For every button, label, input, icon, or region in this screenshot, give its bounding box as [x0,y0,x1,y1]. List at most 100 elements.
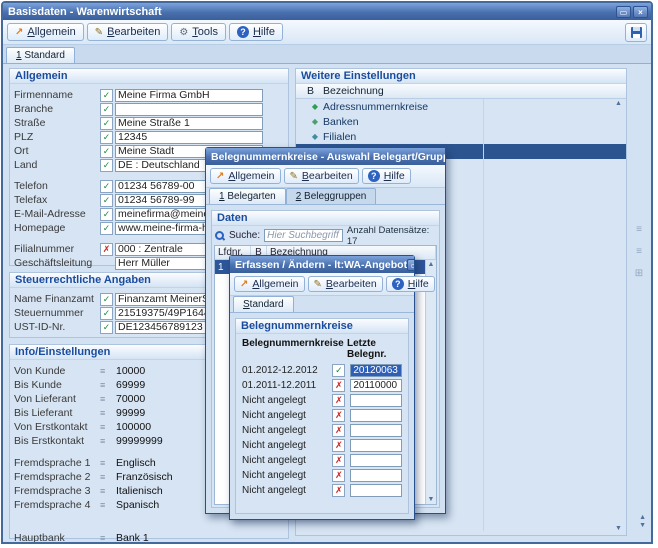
dialog-toolbar: ↗ Allgemein ✎ Bearbeiten ? Hilfe [206,165,445,188]
field-status-icon[interactable]: ✓ [100,293,113,306]
field-status-icon[interactable]: ✗ [332,484,345,497]
dialog-tab[interactable]: 1 Belegarten [209,188,286,204]
toolbar-hilfe-button[interactable]: ? Hilfe [362,168,411,184]
close-button[interactable]: × [633,6,648,18]
field-input[interactable]: Meine Straße 1 [115,117,263,130]
scroll-up-icon[interactable]: ▲ [428,261,435,268]
field-input[interactable]: Meine Firma GmbH [115,89,263,102]
field-input[interactable] [115,103,263,116]
letzte-belegnr-input[interactable] [350,439,402,452]
toolbar-bearbeiten-button[interactable]: ✎ Bearbeiten [308,276,383,292]
tree-scrollbar[interactable]: ▲ ▼ [613,100,624,532]
group-belegnummernkreise-title: Belegnummernkreise [236,319,408,334]
tree-item-label: Adressnummernkreise [323,101,428,113]
field-status-icon[interactable]: ✗ [332,454,345,467]
search-input[interactable]: Hier Suchbegriff [264,229,343,242]
nummernkreis-label: 01.2011-12.2011 [242,380,329,391]
letzte-belegnr-input[interactable]: 20120063 [350,364,402,377]
list-scrollbar[interactable]: ▲ ▼ [425,260,436,504]
info-row: Hauptbank ≡ Bank 1 [14,531,284,544]
info-value: 99999999 [116,435,163,447]
toolbar-allgemein-button[interactable]: ↗ Allgemein [210,168,281,184]
field-status-icon[interactable]: ✓ [100,159,113,172]
letzte-belegnr-input[interactable] [350,424,402,437]
content-scroll-corner[interactable]: ▲ ▼ [639,514,646,530]
side-toolbar-icon[interactable]: ≡ [636,246,642,257]
field-status-icon[interactable]: ✓ [100,89,113,102]
side-toolbar-icon[interactable]: ⊞ [635,268,643,279]
restore-button[interactable]: ▭ [616,6,631,18]
toolbar-bearbeiten-button[interactable]: ✎ Bearbeiten [87,23,169,41]
field-status-icon[interactable]: ✗ [332,394,345,407]
field-status-icon[interactable]: ✓ [100,103,113,116]
letzte-belegnr-input[interactable] [350,394,402,407]
scroll-down-icon[interactable]: ▼ [615,525,622,532]
field-status-icon[interactable]: ✗ [332,439,345,452]
field-status-icon[interactable]: ✗ [332,469,345,482]
letzte-belegnr-input[interactable] [350,484,402,497]
tab-standard[interactable]: Standard [233,296,294,312]
field-status-icon[interactable]: ✗ [332,379,345,392]
field-status-icon[interactable]: ✗ [332,409,345,422]
letzte-belegnr-input[interactable] [350,454,402,467]
toolbar-button-icon: ✎ [95,27,103,38]
field-status-icon[interactable]: ✓ [100,307,113,320]
field-status-icon[interactable]: ✗ [100,243,113,256]
toolbar-tools-button[interactable]: ⚙ Tools [171,23,226,41]
toolbar-button-icon: ↗ [15,27,23,38]
field-label: Telefax [14,194,100,206]
field-status-icon[interactable]: ✓ [332,364,345,377]
tree-col-bezeichnung[interactable]: Bezeichnung [323,85,626,97]
field-status-icon[interactable]: ✓ [100,145,113,158]
group-belegnummernkreise: Belegnummernkreise Belegnummernkreise Le… [235,318,409,514]
dialog-tab[interactable]: 2 Beleggruppen [286,188,377,204]
letzte-belegnr-input[interactable]: 20110000 [350,379,402,392]
column-labels: Belegnummernkreise Letzte Belegnr. [236,334,408,363]
field-input[interactable]: 12345 [115,131,263,144]
tab-standard[interactable]: 1 Standard [6,47,75,63]
dialog-title: Belegnummernkreise - Auswahl Belegart/Gr… [211,151,445,163]
field-status-icon[interactable]: ✓ [100,131,113,144]
field-status-icon[interactable]: ✓ [100,222,113,235]
toolbar-button-label: Bearbeiten [302,170,353,182]
info-value: Spanisch [116,499,159,511]
field-status-icon[interactable]: ✓ [100,117,113,130]
info-value: 69999 [116,379,145,391]
nummernkreis-label: 01.2012-12.2012 [242,365,329,376]
tree-item-icon: ◆ [307,102,323,111]
field-status-icon[interactable]: ✓ [100,194,113,207]
save-button[interactable] [625,23,647,42]
dialog-title-bar: Erfassen / Ändern - lt:WA-Angebot ▭ ? × [230,256,414,273]
toolbar-allgemein-button[interactable]: ↗ Allgemein [234,276,305,292]
letzte-belegnr-input[interactable] [350,409,402,422]
dialog-tabbar: Standard [230,296,414,313]
nummernkreis-label: Nicht angelegt [242,455,329,466]
side-toolbar-icon[interactable]: ≡ [636,224,642,235]
toolbar-bearbeiten-button[interactable]: ✎ Bearbeiten [284,168,359,184]
field-label: Ort [14,145,100,157]
toolbar-button-label: Bearbeiten [107,26,160,38]
list-icon: ≡ [100,422,116,432]
scroll-up-icon[interactable]: ▲ [615,100,622,107]
scroll-down-icon[interactable]: ▼ [639,522,646,530]
minimize-button[interactable]: ▭ [407,259,414,271]
toolbar-button-icon: ↗ [240,279,248,290]
toolbar-allgemein-button[interactable]: ↗ Allgemein [7,23,84,41]
tree-col-b[interactable]: B [307,85,323,97]
letzte-belegnr-input[interactable] [350,469,402,482]
field-status-icon[interactable]: ✓ [100,180,113,193]
scroll-up-icon[interactable]: ▲ [639,514,646,522]
tree-item[interactable]: ◆ Filialen [296,129,626,144]
field-status-icon[interactable]: ✗ [332,424,345,437]
nummernkreis-row: 01.2011-12.2011 ✗ 20110000 [236,378,408,393]
toolbar-button-label: Allgemein [27,26,75,38]
toolbar-hilfe-button[interactable]: ? Hilfe [386,276,435,292]
nummernkreis-row: Nicht angelegt ✗ [236,438,408,453]
field-status-icon[interactable]: ✓ [100,208,113,221]
info-value: Englisch [116,457,156,469]
scroll-down-icon[interactable]: ▼ [428,496,435,503]
tree-item[interactable]: ◆ Banken [296,114,626,129]
toolbar-hilfe-button[interactable]: ? Hilfe [229,23,283,41]
tree-item[interactable]: ◆ Adressnummernkreise [296,99,626,114]
field-status-icon[interactable]: ✓ [100,321,113,334]
